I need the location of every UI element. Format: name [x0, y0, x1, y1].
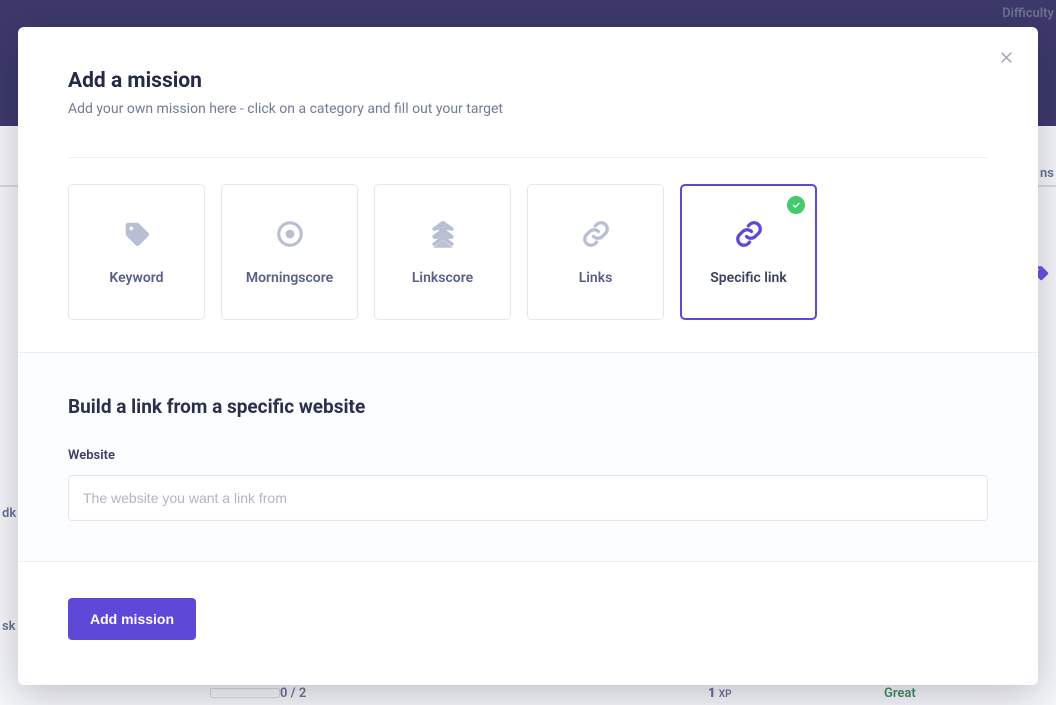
- modal-title: Add a mission: [68, 69, 988, 93]
- category-morningscore[interactable]: Morningscore: [221, 184, 358, 320]
- chevrons-up-icon: [427, 218, 459, 250]
- category-keyword[interactable]: Keyword: [68, 184, 205, 320]
- modal-subtitle: Add your own mission here - click on a c…: [68, 101, 988, 117]
- selected-check-icon: [787, 196, 805, 214]
- category-specific-link[interactable]: Specific link: [680, 184, 817, 320]
- category-label: Keyword: [109, 270, 163, 286]
- bg-progress-bar: [210, 688, 280, 698]
- category-linkscore[interactable]: Linkscore: [374, 184, 511, 320]
- website-input[interactable]: [68, 475, 988, 521]
- close-icon: [999, 50, 1014, 65]
- link-icon: [733, 218, 765, 250]
- category-label: Linkscore: [412, 270, 473, 286]
- bg-rating: Great: [884, 686, 916, 701]
- bg-progress-text: 0 / 2: [280, 686, 306, 701]
- form-section: Build a link from a specific website Web…: [18, 352, 1038, 562]
- modal-footer: Add mission: [18, 562, 1038, 640]
- bg-text-ns: ns: [1040, 166, 1054, 181]
- bg-xp: 1 XP: [708, 686, 732, 701]
- bg-text-dk: dk: [2, 506, 16, 521]
- divider: [68, 157, 988, 158]
- add-mission-modal: Add a mission Add your own mission here …: [18, 27, 1038, 685]
- link-icon: [580, 218, 612, 250]
- category-label: Links: [579, 270, 613, 286]
- tag-icon: [121, 218, 153, 250]
- category-row: Keyword Morningscore Linkscore Links: [68, 184, 988, 320]
- category-label: Specific link: [710, 270, 787, 286]
- bg-difficulty-label: Difficulty: [1002, 6, 1054, 21]
- category-links[interactable]: Links: [527, 184, 664, 320]
- bg-text-sk: sk: [2, 619, 16, 634]
- website-label: Website: [68, 448, 988, 463]
- category-label: Morningscore: [246, 270, 333, 286]
- form-title: Build a link from a specific website: [68, 395, 988, 418]
- add-mission-button[interactable]: Add mission: [68, 598, 196, 640]
- close-button[interactable]: [994, 45, 1018, 69]
- target-icon: [274, 218, 306, 250]
